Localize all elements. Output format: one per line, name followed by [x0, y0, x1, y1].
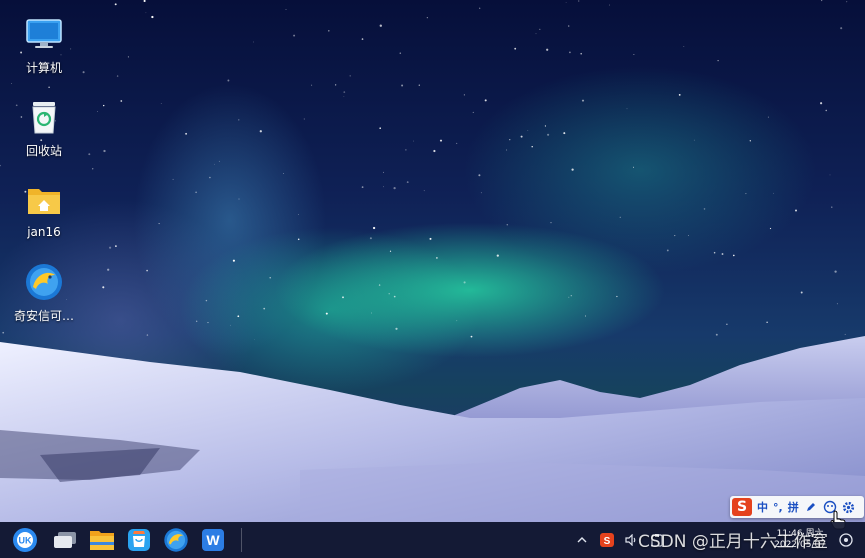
notification-center-icon[interactable]: [835, 529, 857, 551]
tray-expand-icon[interactable]: [571, 529, 593, 551]
home-folder-icon: [24, 180, 64, 220]
start-menu-button[interactable]: UK: [9, 524, 41, 556]
start-menu-icon: UK: [13, 528, 37, 552]
pen-icon[interactable]: [804, 500, 818, 514]
clock[interactable]: 11:46 周六 2022/05/07: [774, 529, 826, 551]
computer-icon: [24, 14, 64, 54]
clipboard-icon[interactable]: [646, 529, 668, 551]
qianxin-browser-icon: [24, 262, 64, 302]
multitask-view-button[interactable]: [49, 524, 81, 556]
clock-time: 11:46 周六: [776, 529, 824, 539]
software-store-icon: [128, 529, 150, 551]
desktop-icon-label: jan16: [27, 225, 61, 239]
wps-office-button[interactable]: W: [197, 524, 229, 556]
file-manager-button[interactable]: [86, 524, 118, 556]
software-store-button[interactable]: [123, 524, 155, 556]
file-manager-icon: [90, 531, 114, 550]
sogou-ime-icon[interactable]: S: [596, 529, 618, 551]
desktop-icon-label: 回收站: [25, 144, 62, 158]
wps-office-icon: W: [202, 529, 224, 551]
desktop-icon-qianxin[interactable]: 奇安信可…: [6, 262, 82, 324]
svg-text:S: S: [604, 536, 611, 547]
desktop-icon-label: 计算机: [25, 61, 62, 75]
ime-mode-toggle[interactable]: 中: [757, 499, 768, 515]
clock-date: 2022/05/07: [774, 540, 826, 550]
system-tray: S 11:46 周六 2022/05/07: [568, 522, 865, 558]
sogou-logo-icon[interactable]: S: [732, 498, 752, 516]
trash-icon: [24, 97, 64, 137]
qianxin-browser-icon: [164, 528, 188, 552]
svg-text:W: W: [206, 532, 220, 548]
snowy-landscape: [0, 336, 865, 522]
desktop-icon-trash[interactable]: 回收站: [6, 97, 82, 159]
qianxin-browser-button[interactable]: [160, 524, 192, 556]
multitask-view-icon: [54, 532, 76, 548]
ime-punctuation-toggle[interactable]: °,: [773, 501, 783, 514]
desktop-icon-label: 奇安信可…: [13, 309, 74, 323]
svg-text:UK: UK: [19, 536, 32, 546]
taskbar-separator: [241, 528, 242, 552]
desktop: 计算机 回收站 jan16 奇安信可… S 中 °, 拼 UK W S 11:4…: [0, 0, 865, 558]
desktop-icon-home[interactable]: jan16: [6, 180, 82, 239]
desktop-icon-computer[interactable]: 计算机: [6, 14, 82, 76]
volume-icon[interactable]: [621, 529, 643, 551]
taskbar: UK W S 11:46 周六 2022/05/07: [0, 522, 865, 558]
ime-pinyin-label[interactable]: 拼: [788, 499, 799, 515]
